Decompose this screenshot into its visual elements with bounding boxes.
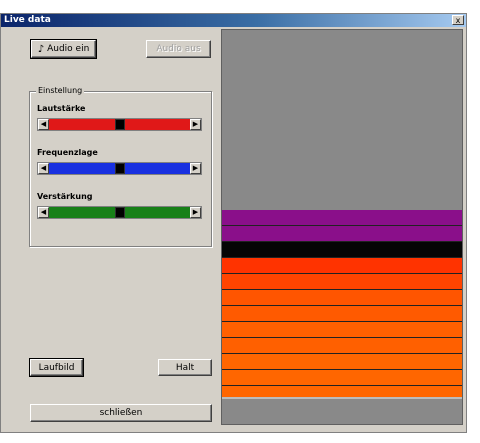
display-band (222, 322, 462, 338)
close-label: schließen (99, 408, 143, 418)
slider-thumb[interactable] (115, 163, 125, 174)
frequency-slider-track[interactable] (49, 163, 190, 174)
halt-button[interactable]: Halt (158, 359, 212, 376)
right-arrow-icon[interactable]: ▶ (190, 207, 201, 218)
slider-thumb[interactable] (115, 119, 125, 130)
display-band (222, 370, 462, 386)
gain-slider[interactable]: ◀ ▶ (37, 206, 202, 219)
gain-label: Verstärkung (37, 192, 93, 201)
volume-label: Lautstärke (37, 104, 86, 113)
left-arrow-icon[interactable]: ◀ (38, 207, 49, 218)
display-band (222, 242, 462, 258)
display-band (222, 274, 462, 290)
frequency-slider[interactable]: ◀ ▶ (37, 162, 202, 175)
frequency-label: Frequenzlage (37, 148, 98, 157)
left-arrow-icon[interactable]: ◀ (38, 163, 49, 174)
gain-slider-track[interactable] (49, 207, 190, 218)
display-footer-strip (222, 397, 462, 424)
audio-on-label: Audio ein (47, 44, 90, 54)
settings-group: Einstellung Lautstärke ◀ ▶ Frequenzlage … (29, 86, 212, 247)
settings-group-label: Einstellung (36, 86, 85, 95)
display-band (222, 290, 462, 306)
right-arrow-icon[interactable]: ▶ (190, 163, 201, 174)
right-arrow-icon[interactable]: ▶ (190, 119, 201, 130)
live-data-display (221, 29, 463, 425)
music-note-icon: ♪ (37, 43, 45, 55)
display-band (222, 306, 462, 322)
volume-slider[interactable]: ◀ ▶ (37, 118, 202, 131)
display-band (222, 226, 462, 242)
volume-slider-track[interactable] (49, 119, 190, 130)
display-band (222, 210, 462, 226)
close-button[interactable]: schließen (30, 404, 212, 422)
close-window-button[interactable]: x (452, 15, 464, 25)
window-title: Live data (4, 15, 51, 25)
slider-thumb[interactable] (115, 207, 125, 218)
laufbild-label: Laufbild (38, 362, 75, 373)
audio-off-label: Audio aus (156, 44, 201, 54)
title-bar[interactable]: Live data x (1, 14, 466, 27)
audio-on-button[interactable]: ♪ Audio ein (30, 39, 97, 59)
halt-label: Halt (175, 362, 195, 373)
display-band (222, 354, 462, 370)
display-band (222, 338, 462, 354)
display-band (222, 258, 462, 274)
left-arrow-icon[interactable]: ◀ (38, 119, 49, 130)
laufbild-button[interactable]: Laufbild (29, 358, 84, 377)
audio-off-button[interactable]: Audio aus (146, 40, 211, 58)
